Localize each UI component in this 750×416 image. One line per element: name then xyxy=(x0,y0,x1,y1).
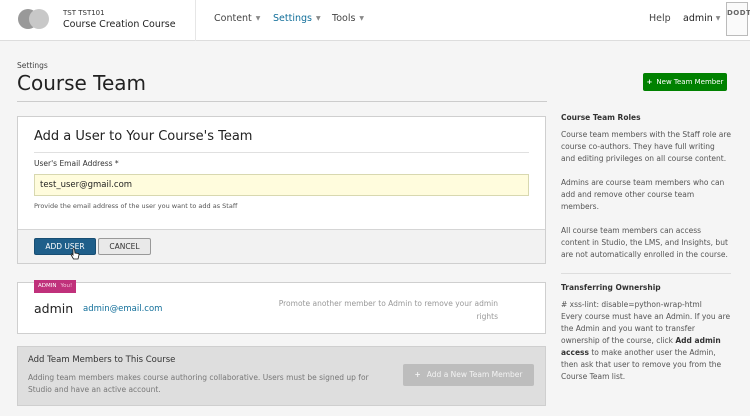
admin-role-badge: ADMIN You! xyxy=(34,280,77,293)
roles-paragraph-1: Course team members with the Staff role … xyxy=(561,130,731,163)
form-title: Add a User to Your Course's Team xyxy=(34,129,253,144)
add-team-members-panel: Add Team Members to This Course Adding t… xyxy=(17,346,546,406)
email-field[interactable] xyxy=(34,174,529,196)
add-user-button[interactable]: ADD USER xyxy=(34,238,96,255)
add-panel-description: Adding team members makes course authori… xyxy=(28,373,369,394)
studio-logo-icon[interactable] xyxy=(18,9,50,29)
roles-paragraph-3: All course team members can access conte… xyxy=(561,226,728,259)
nav-settings-menu[interactable]: Settings ▼ xyxy=(273,13,321,24)
course-org-number: TST TST101 xyxy=(63,9,105,17)
you-tag: You! xyxy=(60,283,73,289)
user-menu[interactable]: admin ▼ xyxy=(683,13,720,24)
form-actions: ADD USER CANCEL xyxy=(18,229,545,263)
email-help-text: Provide the email address of the user yo… xyxy=(34,202,238,210)
breadcrumb: Settings xyxy=(17,61,48,70)
title-divider xyxy=(17,101,547,102)
team-member-card: ADMIN You! admin admin@email.com Promote … xyxy=(17,280,546,334)
add-user-form: Add a User to Your Course's Team User's … xyxy=(17,116,546,264)
page-title: Course Team xyxy=(17,71,147,95)
plus-icon: + xyxy=(414,370,421,379)
add-new-team-member-button[interactable]: + Add a New Team Member xyxy=(403,364,534,386)
app-header: TST TST101 Course Creation Course Conten… xyxy=(0,0,750,41)
chevron-down-icon: ▼ xyxy=(315,15,321,22)
chevron-down-icon: ▼ xyxy=(255,15,261,22)
transfer-paragraph: # xss-lint: disable=python-wrap-html Ever… xyxy=(561,300,731,381)
help-link[interactable]: Help xyxy=(649,13,671,24)
hand-cursor-icon xyxy=(70,248,80,260)
new-team-member-button[interactable]: + New Team Member xyxy=(643,73,727,91)
roles-paragraph-2: Admins are course team members who can a… xyxy=(561,178,725,211)
member-name: admin xyxy=(34,301,74,316)
help-sidebar: Course Team Roles Course team members wi… xyxy=(561,113,731,395)
promote-note: Promote another member to Admin to remov… xyxy=(278,299,498,321)
add-panel-title: Add Team Members to This Course xyxy=(28,355,176,365)
course-title-link[interactable]: Course Creation Course xyxy=(63,19,176,30)
header-divider xyxy=(195,0,196,41)
form-divider xyxy=(34,152,529,153)
member-email-link[interactable]: admin@email.com xyxy=(83,304,162,314)
nav-content-menu[interactable]: Content ▼ xyxy=(214,13,260,24)
chevron-down-icon: ▼ xyxy=(715,15,721,22)
dodt-badge[interactable]: DODT xyxy=(726,2,750,36)
transfer-lint-text: # xss-lint: disable=python-wrap-html xyxy=(561,300,702,309)
plus-icon: + xyxy=(646,78,653,86)
nav-tools-menu[interactable]: Tools ▼ xyxy=(332,13,364,24)
sidebar-divider xyxy=(561,273,731,274)
transfer-heading: Transferring Ownership xyxy=(561,283,661,292)
email-label: User's Email Address * xyxy=(34,159,119,168)
roles-heading: Course Team Roles xyxy=(561,113,641,122)
cancel-button[interactable]: CANCEL xyxy=(98,238,151,255)
chevron-down-icon: ▼ xyxy=(359,15,365,22)
